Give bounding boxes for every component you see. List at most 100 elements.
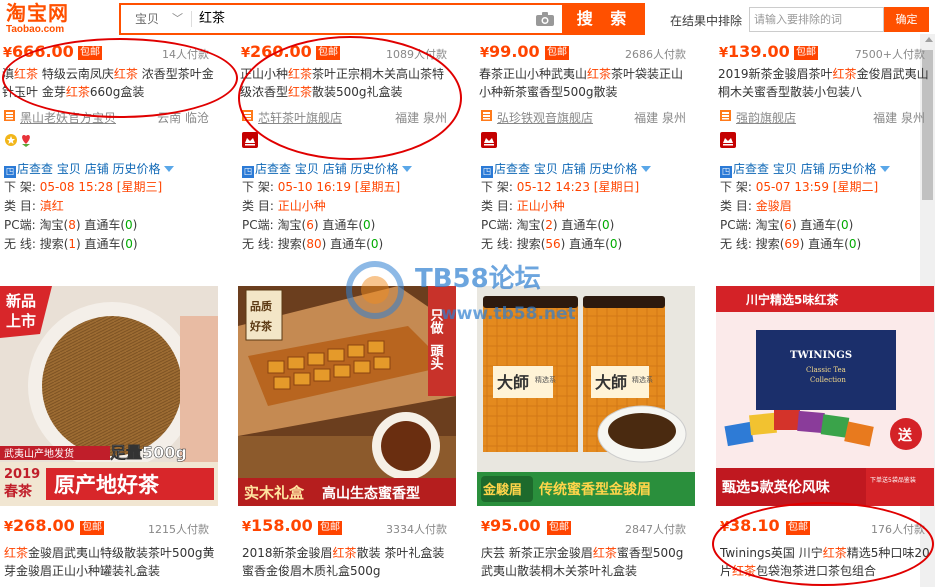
pc-traffic-row: PC端: 淘宝(6) 直通车(0)	[720, 216, 853, 233]
pc-stat: 淘宝(	[277, 218, 307, 232]
meta-label: 下 架:	[242, 180, 274, 194]
category-value[interactable]: 正山小种	[278, 199, 326, 213]
paid-count: 3334人付款	[386, 523, 447, 536]
product-image-3[interactable]: 大師 精选系 大師 精选系 金駿眉 传统蜜香型金骏眉	[477, 286, 695, 506]
logo-text: 淘宝网	[6, 1, 69, 25]
image-text: 2019	[4, 467, 40, 482]
mobile-stat: 搜索(	[277, 237, 307, 251]
tool-link[interactable]: 店铺	[562, 162, 586, 176]
mobile-stat: 无 线:	[720, 237, 752, 251]
gold-seller-icon	[4, 132, 38, 148]
product-image-4[interactable]: 川宁精选5味红茶 TWININGS Classic Tea Collection…	[716, 286, 934, 506]
search-scope-select[interactable]: 宝贝 ﹀	[121, 5, 191, 33]
tool-link[interactable]: 店查查	[17, 162, 53, 176]
image-text: 送	[897, 427, 913, 444]
mobile-stat: 无 线:	[242, 237, 274, 251]
mobile-stat: 1	[68, 237, 77, 251]
search-input[interactable]: 红茶	[199, 5, 225, 33]
price: ¥95.00	[481, 516, 541, 535]
pc-stat: PC端:	[4, 218, 36, 232]
keyword-highlight: 红茶	[832, 67, 857, 81]
tool-link[interactable]: 宝贝	[295, 162, 319, 176]
pc-stat: PC端:	[481, 218, 513, 232]
tool-link[interactable]: 店查查	[494, 162, 530, 176]
pc-stat: 2	[545, 218, 553, 232]
currency-symbol: ¥	[3, 46, 13, 61]
currency-symbol: ¥	[241, 46, 251, 61]
image-text: 上市	[6, 312, 36, 330]
tool-link[interactable]: 店铺	[323, 162, 347, 176]
pc-stat: 淘宝(	[39, 218, 69, 232]
keyword-highlight: 红茶	[592, 546, 617, 560]
mobile-stat: 69	[784, 237, 800, 251]
image-text: 甄选5款英伦风味	[722, 479, 830, 496]
tmall-icon	[481, 132, 497, 148]
product-image-1[interactable]: 新品 上市 武夷山产地发货 足量500g 2019 春茶 原产地好茶	[0, 286, 218, 506]
product-title-link[interactable]: 红茶金骏眉武夷山特级散装茶叶500g黄芽金骏眉正山小种罐装礼盒装	[4, 544, 216, 580]
shelf-time-row: 下 架: 05-08 15:28 [星期三]	[4, 178, 162, 195]
product-image-2[interactable]: 品质 好茶 只做 頭头 实木礼盒 高山生态蜜香型	[238, 286, 456, 506]
category-value[interactable]: 金骏眉	[756, 199, 792, 213]
tool-link[interactable]: 店铺	[85, 162, 109, 176]
taobao-logo[interactable]: 淘宝网 Taobao.com	[6, 2, 90, 36]
highlight-circle	[238, 36, 462, 160]
price-row: ¥139.00 包邮 7500+人付款	[716, 40, 931, 64]
mobile-traffic-row: 无 线: 搜索(80) 直通车(0)	[242, 235, 383, 252]
image-text: 大師	[595, 373, 627, 392]
shelf-date: 05-08 15:28	[39, 180, 113, 194]
pc-traffic-row: PC端: 淘宝(6) 直通车(0)	[242, 216, 375, 233]
dropdown-arrow-icon[interactable]	[641, 166, 652, 172]
image-text: 春茶	[3, 483, 33, 500]
mobile-stat: )	[378, 237, 384, 251]
shelf-time-row: 下 架: 05-12 14:23 [星期日]	[481, 178, 639, 195]
highlight-circle	[2, 38, 238, 118]
product-photo-wooden-box: 品质 好茶 只做 頭头 实木礼盒 高山生态蜜香型	[238, 286, 456, 506]
image-text: 武夷山产地发货	[4, 447, 74, 460]
category-row: 类 目: 金骏眉	[720, 197, 792, 214]
category-value[interactable]: 正山小种	[517, 199, 565, 213]
plugin-logo-icon: ◳	[720, 166, 732, 178]
search-button[interactable]: 搜 索	[564, 3, 645, 35]
tool-link[interactable]: 店查查	[255, 162, 291, 176]
tool-link[interactable]: 历史价格	[829, 162, 877, 176]
product-card: ¥99.00 包邮 2686人付款 春茶正山小种武夷山红茶茶叶袋装正山小种新茶蜜香型5…	[477, 40, 692, 266]
price: ¥268.00	[4, 516, 75, 535]
tool-link[interactable]: 宝贝	[534, 162, 558, 176]
free-shipping-badge: 包邮	[545, 46, 569, 60]
product-title-link[interactable]: 庆芸 新茶正宗金骏眉红茶蜜香型500g武夷山散装桐木关茶叶礼盒装	[481, 544, 693, 580]
dropdown-arrow-icon[interactable]	[880, 166, 891, 172]
tool-link[interactable]: 店查查	[733, 162, 769, 176]
shop-name-link[interactable]: 弘珍铁观音旗舰店	[497, 109, 593, 126]
image-text: 足量500g	[110, 443, 187, 462]
tool-link[interactable]: 历史价格	[590, 162, 638, 176]
chevron-down-icon: ﹀	[172, 12, 183, 25]
mobile-stat: )	[856, 237, 862, 251]
tool-link[interactable]: 宝贝	[57, 162, 81, 176]
category-row: 类 目: 正山小种	[481, 197, 565, 214]
exclude-input[interactable]: 请输入要排除的词	[749, 7, 884, 32]
price-value: 139.00	[728, 42, 790, 61]
product-title-link[interactable]: 2018新茶金骏眉红茶散装 茶叶礼盒装蜜香金俊眉木质礼盒500g	[242, 544, 454, 580]
tool-link[interactable]: 历史价格	[113, 162, 161, 176]
category-value[interactable]: 滇红	[40, 199, 64, 213]
exclude-confirm-button[interactable]: 确定	[884, 7, 929, 32]
product-title-link[interactable]: 2019新茶金骏眉茶叶红茶金俊眉武夷山桐木关蜜香型散装小包装八	[718, 65, 930, 101]
meta-label: 下 架:	[720, 180, 752, 194]
product-title-link[interactable]: 春茶正山小种武夷山红茶茶叶袋装正山小种新茶蜜香型500g散装	[479, 65, 691, 101]
meta-label: 类 目:	[242, 199, 274, 213]
tool-link[interactable]: 宝贝	[773, 162, 797, 176]
keyword-highlight: 红茶	[4, 546, 29, 560]
pc-stat: 0	[125, 218, 133, 232]
camera-icon[interactable]	[536, 12, 554, 26]
price-value: 95.00	[490, 516, 541, 535]
shop-row: 强韵旗舰店 福建 泉州	[716, 107, 931, 125]
image-text: 只做	[428, 308, 445, 335]
tool-link[interactable]: 历史价格	[351, 162, 399, 176]
dropdown-arrow-icon[interactable]	[164, 166, 175, 172]
plugin-logo-icon: ◳	[481, 166, 493, 178]
tool-link[interactable]: 店铺	[801, 162, 825, 176]
shop-name-link[interactable]: 强韵旗舰店	[736, 109, 796, 126]
pc-stat: ) 直通车(	[75, 218, 126, 232]
dropdown-arrow-icon[interactable]	[402, 166, 413, 172]
price-value: 158.00	[251, 516, 313, 535]
